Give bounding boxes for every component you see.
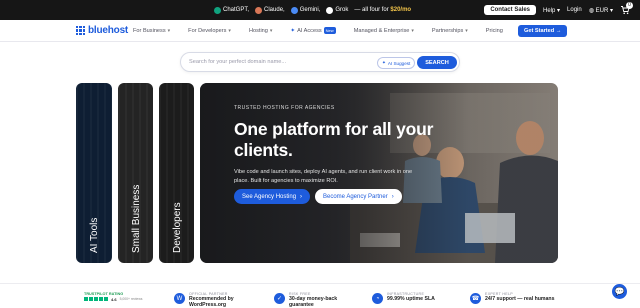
ai-tool-label: Claude, [264, 7, 285, 13]
nav-item-hosting[interactable]: Hosting ▾ [249, 27, 272, 34]
nav-item-partnerships[interactable]: Partnerships ▾ [432, 27, 468, 34]
main-nav: bluehost For Business ▾ For Developers ▾ H… [0, 20, 640, 42]
chevron-down-icon: ▾ [228, 27, 231, 34]
ai-suggest-button[interactable]: ✦ AI Suggest [377, 57, 416, 69]
nav-item-managed-enterprise[interactable]: Managed & Enterprise ▾ [354, 27, 414, 34]
grok-icon [326, 6, 334, 14]
sparkle-icon: ✦ [382, 60, 386, 65]
cart-count: 0 [626, 2, 633, 9]
trustpilot-rating: TRUSTPILOT RATING 4.6 5,000+ reviews [84, 292, 142, 302]
nav-item-label: For Developers [188, 27, 227, 34]
card-developers[interactable]: Developers [159, 83, 194, 263]
deal-text: — all four for [354, 7, 389, 13]
nav-item-label: Managed & Enterprise [353, 27, 410, 34]
speedometer-icon: ◔ [372, 293, 383, 304]
logo-text: bluehost [88, 25, 129, 36]
card-label: Small Business [130, 184, 142, 253]
logo-grid-icon [76, 26, 85, 35]
currency-selector[interactable]: ◍ EUR ▾ [589, 7, 613, 14]
search-button[interactable]: SEARCH [417, 56, 457, 69]
hero-headline: One platform for all your clients. [234, 119, 434, 160]
claude-icon [255, 6, 263, 14]
feature-title: 99.99% uptime SLA [387, 296, 435, 302]
utility-nav: Contact Sales Help ▾ Login ◍ EUR ▾ 0 [484, 2, 633, 17]
ai-tool-grok: Grok [326, 6, 349, 14]
feature-support: ☎ EXPERT HELP 24/7 support — real humans [470, 292, 554, 304]
hero-agencies: TRUSTED HOSTING FOR AGENCIES One platfor… [200, 83, 558, 263]
card-label: Developers [171, 202, 183, 253]
button-label: Become Agency Partner [323, 193, 388, 200]
globe-icon: ◍ [588, 7, 594, 14]
nav-menu: For Business ▾ For Developers ▾ Hosting ▾ ✦… [133, 27, 521, 34]
ai-tool-label: Grok [335, 7, 349, 13]
deal-price: $20/mo [390, 7, 412, 13]
chevron-right-icon: › [391, 193, 394, 200]
card-ai-tools[interactable]: AI Tools [76, 83, 112, 263]
nav-item-for-business[interactable]: For Business ▾ [133, 27, 170, 34]
nav-item-label: AI Access [297, 27, 322, 34]
nav-item-ai-access[interactable]: ✦ AI Access New [290, 27, 336, 34]
hero-eyebrow: TRUSTED HOSTING FOR AGENCIES [234, 105, 335, 111]
chatgpt-icon [214, 6, 221, 14]
card-small-business[interactable]: Small Business [118, 83, 153, 263]
ai-suggest-label: AI Suggest [387, 60, 411, 66]
currency-label: EUR ▾ [595, 7, 613, 14]
hero-description: Vibe code and launch sites, deploy AI ag… [234, 169, 413, 184]
promo-bar: ChatGPT, Claude, Gemini, Grok — all four… [0, 0, 640, 20]
ai-tool-gemini: Gemini, [290, 6, 321, 14]
help-menu[interactable]: Help ▾ [543, 7, 560, 14]
sparkle-icon: ✦ [290, 27, 296, 34]
chevron-down-icon: ▾ [465, 27, 468, 34]
feature-title: 30-day money-back guarantee [289, 296, 338, 308]
nav-item-label: Hosting [248, 27, 268, 34]
ai-tool-label: Gemini, [299, 7, 321, 13]
bluehost-logo[interactable]: bluehost [76, 25, 128, 36]
feature-wordpress: W OFFICIAL PARTNER Recommended by WordPre… [174, 292, 251, 308]
chevron-down-icon: ▾ [269, 27, 273, 34]
gemini-icon [290, 6, 298, 14]
chat-widget-button[interactable]: 💬 [612, 284, 627, 299]
nav-item-for-developers[interactable]: For Developers ▾ [188, 27, 231, 34]
become-agency-partner-button[interactable]: Become Agency Partner › [315, 189, 402, 204]
domain-search-bar: Search for your perfect domain name... ✦… [180, 52, 460, 72]
feature-money-back: ✓ RISK FREE 30-day money-back guarantee [274, 292, 359, 308]
card-label: AI Tools [89, 217, 100, 253]
button-label: See Agency Hosting [242, 193, 297, 200]
chat-bubble-icon: 💬 [614, 287, 625, 296]
feature-title: Recommended by WordPress.org [189, 296, 234, 308]
trust-strip: TRUSTPILOT RATING 4.6 5,000+ reviews W O… [0, 283, 640, 308]
trustpilot-score: 4.6 [111, 297, 117, 302]
ai-tool-chatgpt: ChatGPT, [214, 6, 250, 14]
feature-uptime: ◔ INFRASTRUCTURE 99.99% uptime SLA [372, 292, 435, 304]
ai-tools-promo[interactable]: ChatGPT, Claude, Gemini, Grok — all four… [214, 5, 411, 15]
nav-item-label: Partnerships [431, 27, 464, 34]
new-badge: New [323, 27, 336, 34]
search-input[interactable]: Search for your perfect domain name... [189, 59, 286, 65]
nav-item-pricing[interactable]: Pricing [486, 27, 503, 34]
contact-sales-button[interactable]: Contact Sales [484, 5, 536, 15]
nav-item-label: Pricing [485, 27, 503, 34]
shield-icon: ✓ [274, 293, 285, 304]
ai-tool-label: ChatGPT, [223, 7, 250, 13]
chevron-right-icon: › [300, 193, 303, 200]
trustpilot-label: TRUSTPILOT RATING [84, 292, 124, 296]
login-link[interactable]: Login [567, 7, 582, 13]
feature-title: 24/7 support — real humans [485, 296, 555, 302]
chevron-down-icon: ▾ [167, 27, 171, 34]
get-started-button[interactable]: Get Started → [518, 25, 568, 37]
cart-button[interactable]: 0 [620, 2, 633, 15]
nav-item-label: For Business [133, 27, 166, 34]
trustpilot-reviews: 5,000+ reviews [119, 297, 143, 301]
headset-icon: ☎ [470, 293, 481, 304]
chevron-down-icon: ▾ [411, 27, 414, 34]
see-agency-hosting-button[interactable]: See Agency Hosting › [234, 189, 311, 204]
ai-tool-claude: Claude, [255, 6, 285, 14]
wordpress-icon: W [174, 293, 185, 304]
promo-deal: — all four for $20/mo [354, 7, 411, 13]
star-rating-icon: 4.6 5,000+ reviews [84, 297, 142, 302]
